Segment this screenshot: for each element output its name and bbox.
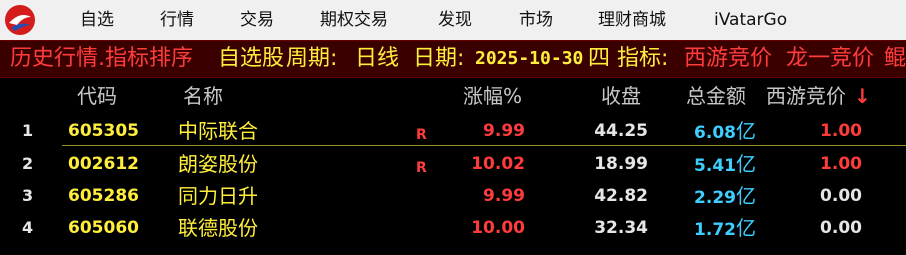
total-amount: 5.41亿 [694, 152, 756, 176]
table-header: 代码 名称 涨幅% 收盘 总金额 西游竞价 ↓ [0, 79, 906, 115]
period-value[interactable]: 日线 [355, 41, 399, 77]
menu-item-watchlist[interactable]: 自选 [80, 0, 114, 40]
indicator-xiyou[interactable]: 西游竞价 [684, 41, 772, 77]
amount-unit: 亿 [736, 184, 756, 208]
xiyou-value: 1.00 [820, 121, 862, 141]
menu-bar: 自选 行情 交易 期权交易 发现 市场 理财商城 iVatarGo [0, 0, 906, 40]
date-value[interactable]: 2025-10-30 [475, 41, 583, 77]
stock-name: 朗姿股份 [178, 152, 258, 176]
amount-unit: 亿 [736, 152, 756, 176]
menu-item-market-quotes[interactable]: 行情 [160, 0, 194, 40]
margin-flag-badge: R [416, 127, 427, 143]
stock-code: 605060 [68, 218, 139, 238]
close-price: 42.82 [594, 186, 648, 206]
total-amount: 2.29亿 [694, 184, 756, 208]
indicator-kun[interactable]: 鲲 [884, 41, 906, 77]
watchlist-name[interactable]: 自选股 [218, 41, 284, 77]
close-price: 18.99 [594, 154, 648, 174]
total-amount: 6.08亿 [694, 119, 756, 143]
weekday: 四 [588, 46, 611, 71]
menu-item-wealth-mall[interactable]: 理财商城 [598, 0, 666, 40]
table-row[interactable]: 2 002612 朗姿股份 R 10.02 18.99 5.41亿 1.00 [0, 148, 906, 180]
close-price: 44.25 [594, 121, 648, 141]
menu-item-ivatargo[interactable]: iVatarGo [714, 0, 787, 40]
column-header-close[interactable]: 收盘 [601, 79, 641, 115]
stock-name: 同力日升 [178, 184, 258, 208]
amount-unit: 亿 [736, 216, 756, 240]
total-amount: 1.72亿 [694, 216, 756, 240]
xiyou-value: 0.00 [820, 186, 862, 206]
column-header-change[interactable]: 涨幅% [463, 79, 522, 115]
xiyou-value: 1.00 [820, 154, 862, 174]
table-row[interactable]: 4 605060 联德股份 10.00 32.34 1.72亿 0.00 [0, 212, 906, 244]
indicator-longyi[interactable]: 龙一竞价 [786, 41, 874, 77]
change-percent: 10.00 [471, 218, 525, 238]
change-percent: 9.99 [483, 121, 525, 141]
view-title: 历史行情.指标排序 [10, 46, 193, 71]
stock-code: 605305 [68, 121, 139, 141]
change-percent: 10.02 [471, 154, 525, 174]
period-label: 周期: [286, 46, 338, 71]
menu-item-options-trade[interactable]: 期权交易 [320, 0, 388, 40]
indicator-label: 指标: [617, 46, 669, 71]
row-index: 3 [22, 186, 34, 205]
sort-desc-icon[interactable]: ↓ [854, 79, 871, 115]
selection-divider [62, 145, 906, 146]
column-header-xiyou[interactable]: 西游竞价 [766, 79, 846, 115]
menu-item-discover[interactable]: 发现 [438, 0, 472, 40]
column-header-amount[interactable]: 总金额 [686, 79, 746, 115]
row-index: 2 [22, 154, 34, 173]
stock-code: 605286 [68, 186, 139, 206]
stock-code: 002612 [68, 154, 139, 174]
menu-item-trade[interactable]: 交易 [240, 0, 274, 40]
column-header-name[interactable]: 名称 [183, 79, 223, 115]
info-bar: 历史行情.指标排序 自选股 周期: 日线 日期: 2025-10-30 四 指标… [0, 40, 906, 78]
stock-name: 联德股份 [178, 216, 258, 240]
xiyou-value: 0.00 [820, 218, 862, 238]
table-row[interactable]: 3 605286 同力日升 9.99 42.82 2.29亿 0.00 [0, 180, 906, 212]
amount-unit: 亿 [736, 119, 756, 143]
date-label: 日期: [413, 46, 465, 71]
menu-item-market[interactable]: 市场 [519, 0, 553, 40]
row-index: 1 [22, 121, 34, 140]
column-header-code[interactable]: 代码 [77, 79, 117, 115]
stock-name: 中际联合 [178, 119, 258, 143]
change-percent: 9.99 [483, 186, 525, 206]
row-index: 4 [22, 218, 34, 237]
table-row[interactable]: 1 605305 中际联合 R 9.99 44.25 6.08亿 1.00 [0, 115, 906, 147]
app-logo-icon[interactable] [3, 3, 37, 37]
close-price: 32.34 [594, 218, 648, 238]
